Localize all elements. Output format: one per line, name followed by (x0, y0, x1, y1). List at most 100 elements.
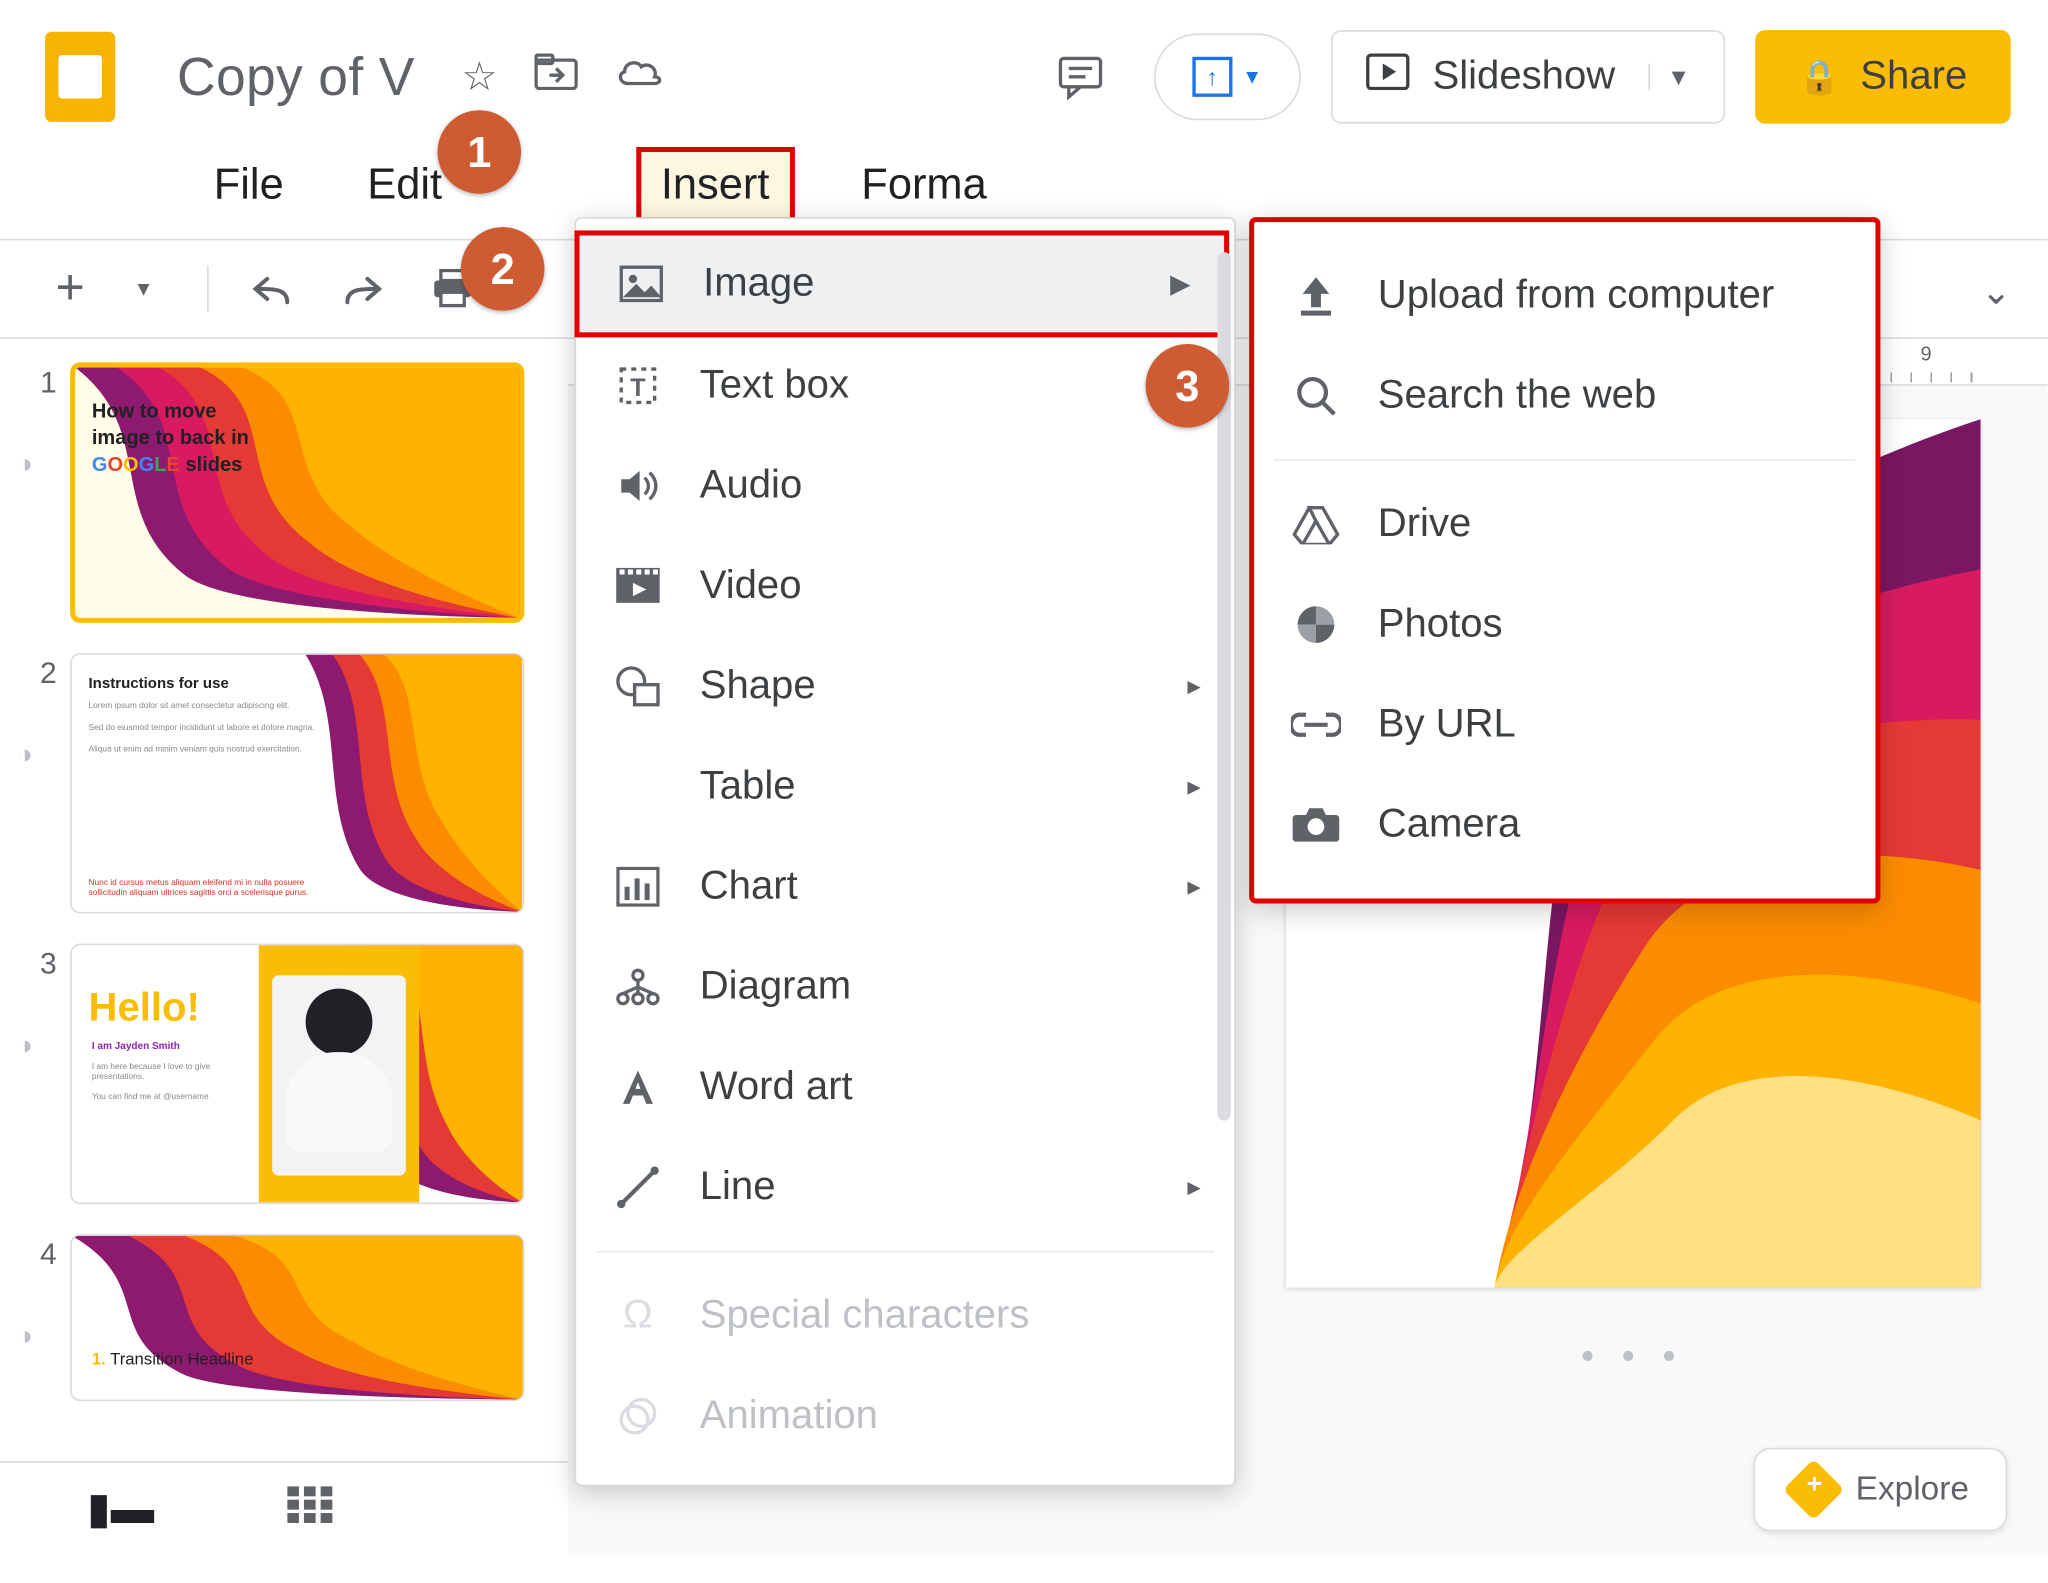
image-icon (616, 259, 666, 309)
mi-label: Search the web (1378, 372, 1657, 419)
slide4-title: 1. Transition Headline (92, 1351, 254, 1369)
menu-divider (1274, 459, 1855, 461)
menu-divider (596, 1251, 1214, 1253)
menu-file[interactable]: File (197, 149, 300, 221)
slides-app-icon[interactable] (33, 17, 127, 137)
mi-camera[interactable]: Camera (1254, 775, 1875, 875)
toolbar-separator (207, 266, 209, 313)
ruler-tick: 9 (1921, 342, 1932, 365)
lock-icon: 🔒 (1799, 56, 1841, 98)
thumb-row-3: 3 ◑ Hello! I am Jayden Smith I am here b… (17, 944, 551, 1205)
slide3-subtitle: I am Jayden Smith (92, 1042, 180, 1052)
mi-label: Text box (700, 362, 849, 409)
chevron-right-icon: ▸ (1187, 870, 1200, 903)
slideshow-label: Slideshow (1432, 53, 1615, 100)
mi-line[interactable]: Line ▸ (576, 1137, 1234, 1237)
chart-icon (613, 862, 663, 912)
slide-thumb-2[interactable]: Instructions for use Lorem ipsum dolor s… (70, 653, 524, 914)
toolbar-collapse-icon[interactable]: ⌃ (1980, 267, 2011, 310)
new-slide-caret-icon[interactable]: ▼ (117, 262, 170, 315)
undo-button[interactable] (245, 262, 298, 315)
svg-text:T: T (630, 374, 646, 402)
slide-thumb-3[interactable]: Hello! I am Jayden Smith I am here becau… (70, 944, 524, 1205)
image-submenu: Upload from computer Search the web Driv… (1249, 217, 1880, 903)
diagram-icon (613, 962, 663, 1012)
move-icon[interactable] (534, 53, 577, 101)
mi-label: Upload from computer (1378, 272, 1775, 319)
mi-video[interactable]: Video (576, 536, 1234, 636)
menu-format[interactable]: Forma (845, 149, 1004, 221)
callout-1: 1 (438, 110, 522, 194)
mi-byurl[interactable]: By URL (1254, 675, 1875, 775)
animation-icon (613, 1391, 663, 1441)
cloud-icon[interactable] (614, 53, 664, 101)
mi-label: By URL (1378, 701, 1516, 748)
slide-thumb-1[interactable]: How to move image to back in GOOGLE slid… (70, 362, 524, 623)
slideshow-button[interactable]: Slideshow ▼ (1331, 30, 1726, 124)
shape-icon (613, 661, 663, 711)
menu-insert[interactable]: Insert (636, 147, 795, 222)
mi-label: Animation (700, 1393, 878, 1440)
mi-animation[interactable]: Animation (576, 1366, 1234, 1466)
mi-search-web[interactable]: Search the web (1254, 346, 1875, 446)
menu-scrollbar[interactable] (1217, 252, 1230, 1451)
share-label: Share (1860, 53, 1967, 100)
slide3-hello: Hello! (89, 985, 200, 1032)
notes-icon: ◑ (17, 691, 57, 771)
share-button[interactable]: 🔒 Share (1755, 30, 2010, 124)
slide3-photo (272, 975, 406, 1175)
star-icon[interactable]: ☆ (461, 53, 497, 101)
doc-title[interactable]: Copy of V (177, 46, 415, 108)
mi-table[interactable]: Table ▸ (576, 736, 1234, 836)
explore-icon (1783, 1459, 1844, 1520)
mi-chart[interactable]: Chart ▸ (576, 837, 1234, 937)
explore-button[interactable]: Explore (1754, 1448, 2008, 1532)
mi-label: Chart (700, 863, 798, 910)
mi-label: Special characters (700, 1293, 1030, 1340)
slideshow-caret-icon[interactable]: ▼ (1649, 63, 1691, 90)
mi-label: Diagram (700, 964, 851, 1011)
new-slide-button[interactable]: + (43, 262, 96, 315)
slide2-footnote: Nunc id cursus metus aliquam eleifend mi… (89, 878, 323, 898)
search-icon (1291, 371, 1341, 421)
slide2-title: Instructions for use (89, 675, 229, 692)
view-switch: ▮▬ (0, 1461, 568, 1555)
mi-diagram[interactable]: Diagram (576, 937, 1234, 1037)
mi-upload[interactable]: Upload from computer (1254, 245, 1875, 345)
mi-special-chars[interactable]: Ω Special characters (576, 1266, 1234, 1366)
thumb-number: 2 (17, 653, 57, 691)
mi-photos[interactable]: Photos (1254, 574, 1875, 674)
thumb-number: 4 (17, 1234, 57, 1272)
mi-label: Line (700, 1164, 776, 1211)
mi-label: Table (700, 763, 796, 810)
link-icon (1291, 700, 1341, 750)
thumb-row-1: 1 ◑ How to move image to back in GOOGLE … (17, 362, 551, 623)
play-rect-icon (1366, 53, 1409, 101)
explore-label: Explore (1856, 1470, 1969, 1508)
mi-label: Photos (1378, 601, 1503, 648)
mi-shape[interactable]: Shape ▸ (576, 636, 1234, 736)
thumb-row-2: 2 ◑ Instructions for use Lorem ipsum dol… (17, 653, 551, 914)
upload-icon (1291, 271, 1341, 321)
slide-resize-handles[interactable]: ● ● ● (1286, 1341, 1981, 1364)
slide2-body: Lorem ipsum dolor sit amet consectetur a… (89, 701, 323, 755)
filmstrip-view-button[interactable]: ▮▬ (87, 1483, 154, 1535)
chevron-right-icon: ▶ (1170, 267, 1191, 300)
wordart-icon (613, 1062, 663, 1112)
callout-3: 3 (1146, 344, 1230, 428)
slide-thumb-4[interactable]: 1. Transition Headline (70, 1234, 524, 1401)
mi-drive[interactable]: Drive (1254, 474, 1875, 574)
mi-audio[interactable]: Audio (576, 436, 1234, 536)
mi-textbox[interactable]: T Text box (576, 336, 1234, 436)
mi-wordart[interactable]: Word art (576, 1037, 1234, 1137)
present-button[interactable]: ↑ ▼ (1154, 33, 1301, 120)
comments-button[interactable] (1037, 33, 1124, 120)
photos-icon (1291, 600, 1341, 650)
slide1-text: How to move image to back in GOOGLE slid… (92, 397, 249, 478)
mi-image[interactable]: Image ▶ (574, 230, 1229, 337)
mi-label: Image (703, 261, 814, 308)
redo-button[interactable] (336, 262, 389, 315)
mi-label: Audio (700, 463, 803, 510)
grid-view-button[interactable] (288, 1483, 335, 1535)
mi-label: Drive (1378, 501, 1472, 548)
